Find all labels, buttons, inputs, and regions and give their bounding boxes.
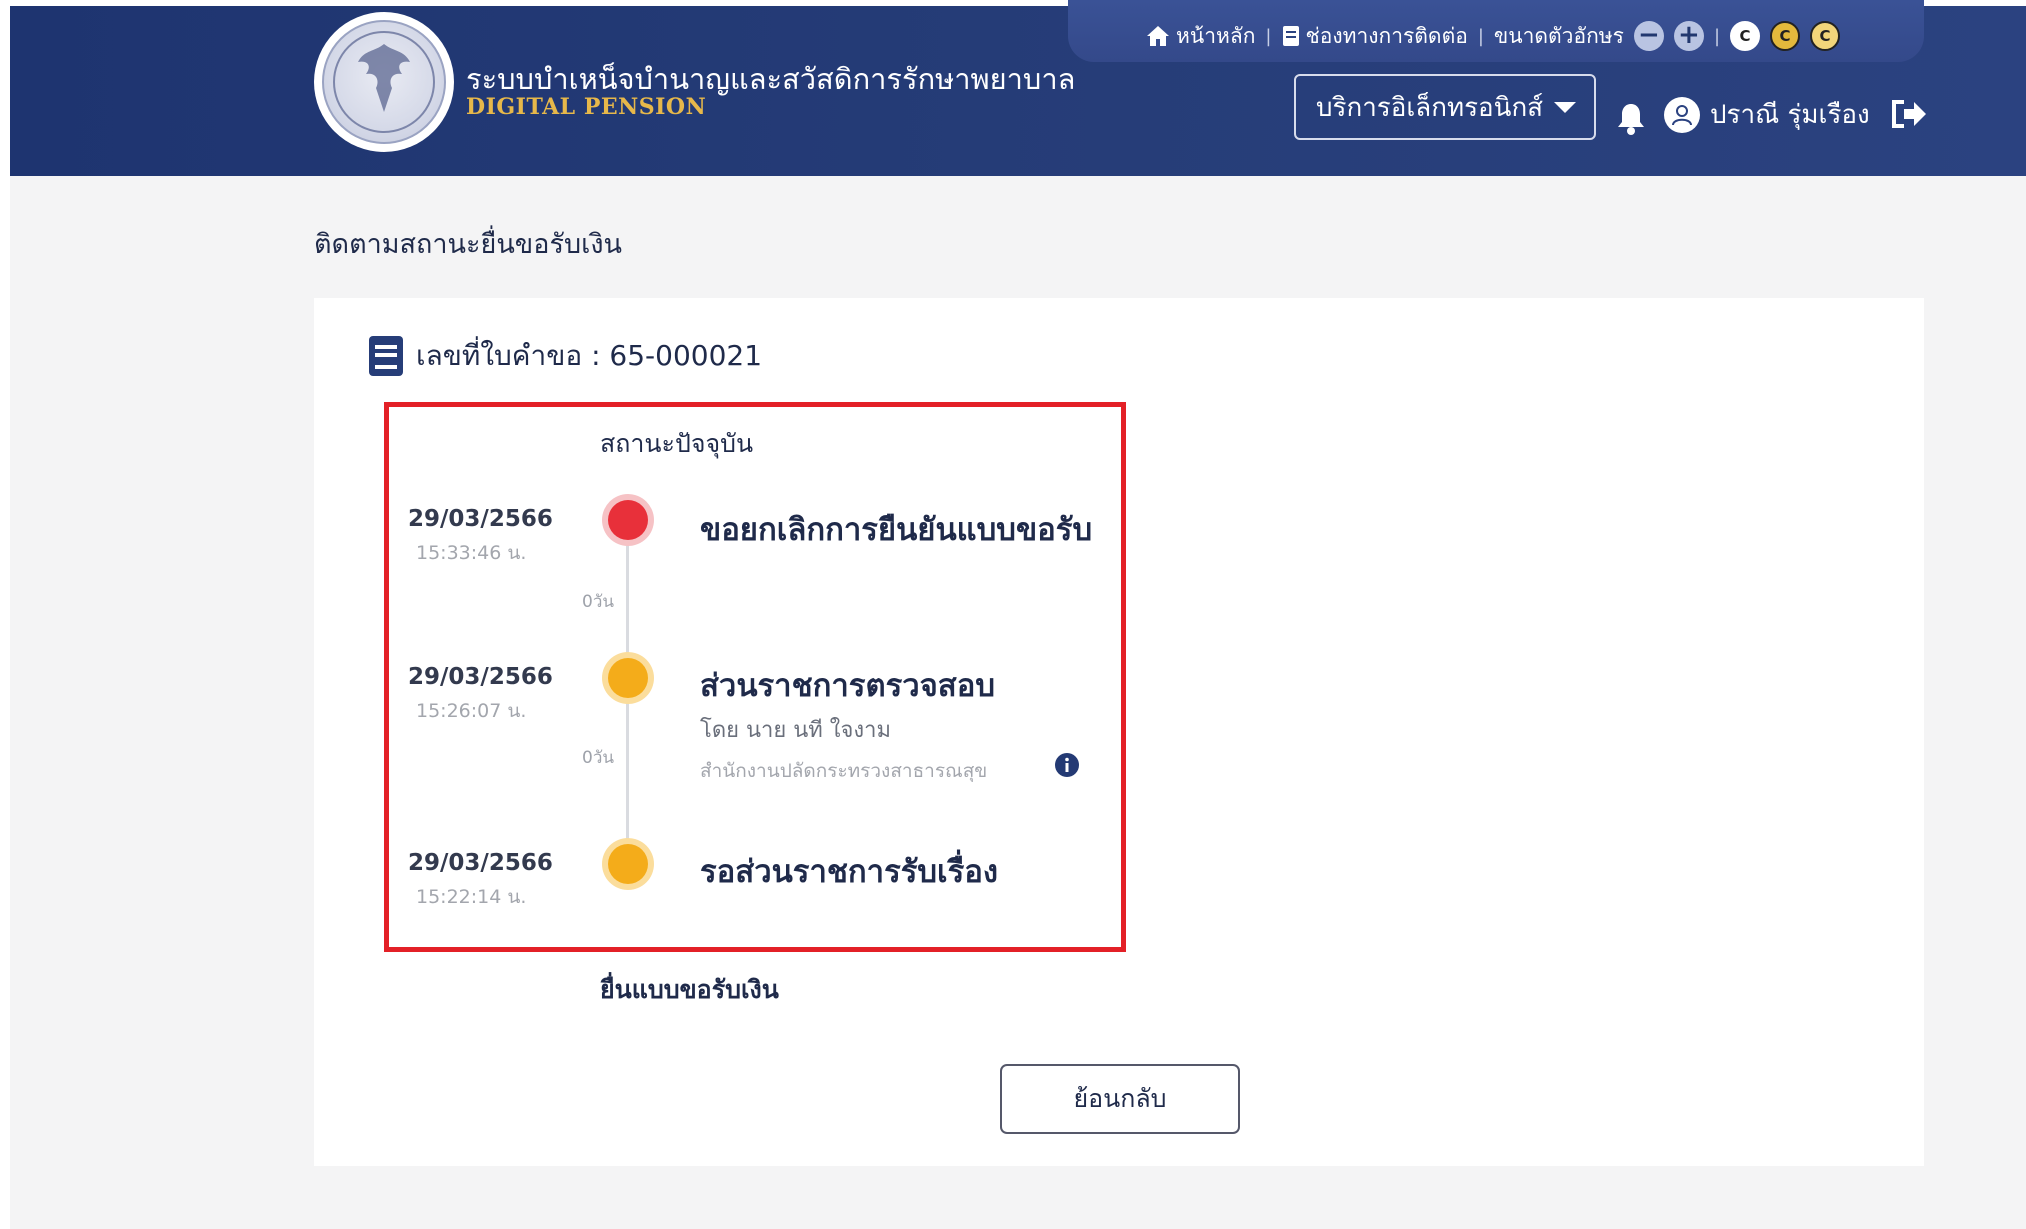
bell-icon xyxy=(1618,104,1644,135)
info-icon[interactable] xyxy=(1054,752,1080,782)
event-title: ส่วนราชการตรวจสอบ xyxy=(700,668,996,704)
home-link[interactable]: หน้าหลัก xyxy=(1146,20,1255,53)
logo[interactable] xyxy=(314,12,454,152)
event-title: ขอยกเลิกการยืนยันแบบขอรับ xyxy=(700,512,1093,548)
contact-link-label: ช่องทางการติดต่อ xyxy=(1305,23,1468,48)
home-icon xyxy=(1147,26,1169,46)
contrast-default-button[interactable]: C xyxy=(1730,21,1761,51)
divider: | xyxy=(1713,25,1721,47)
event-date: 29/03/2566 xyxy=(408,506,553,532)
initial-step-label: ยื่นแบบขอรับเงิน xyxy=(600,975,779,1004)
chevron-down-icon xyxy=(1554,101,1576,113)
contrast-light-button[interactable]: C xyxy=(1810,21,1841,51)
logout-button[interactable] xyxy=(1890,98,1928,134)
request-number-label: เลขที่ใบคำขอ : 65-000021 xyxy=(416,339,763,372)
font-decrease-button[interactable]: − xyxy=(1633,21,1664,51)
status-dot-orange xyxy=(608,658,648,698)
current-status-title: สถานะปัจจุบัน xyxy=(600,429,754,458)
divider: | xyxy=(1265,25,1272,47)
user-menu[interactable]: ปราณี รุ่มเรือง xyxy=(1664,94,1870,135)
duration-label: 0วัน xyxy=(582,592,614,612)
utility-links: หน้าหลัก | ช่องทางการติดต่อ | ขนาดตัวอัก… xyxy=(1146,20,1841,53)
user-name: ปราณี รุ่มเรือง xyxy=(1710,100,1870,130)
event-date: 29/03/2566 xyxy=(408,664,553,690)
service-dropdown[interactable]: บริการอิเล็กทรอนิกส์ xyxy=(1294,74,1596,140)
event-time: 15:22:14 น. xyxy=(416,886,527,908)
event-handler: โดย นาย นที ใจงาม xyxy=(700,718,892,743)
page-title: ติดตามสถานะยื่นขอรับเงิน xyxy=(314,229,622,260)
service-dropdown-label: บริการอิเล็กทรอนิกส์ xyxy=(1316,92,1544,123)
contact-link[interactable]: ช่องทางการติดต่อ xyxy=(1282,20,1468,53)
event-title: รอส่วนราชการรับเรื่อง xyxy=(700,854,999,890)
logout-icon xyxy=(1892,100,1926,128)
document-icon xyxy=(369,336,403,376)
request-number: เลขที่ใบคำขอ : 65-000021 xyxy=(368,334,762,378)
contrast-yellow-button[interactable]: C xyxy=(1770,21,1801,51)
user-avatar-icon xyxy=(1664,96,1700,133)
status-dot-orange xyxy=(608,844,648,884)
home-link-label: หน้าหลัก xyxy=(1176,23,1256,48)
document-icon xyxy=(1282,26,1299,46)
emblem-icon xyxy=(322,20,446,144)
site-subtitle: DIGITAL PENSION xyxy=(466,94,707,120)
event-time: 15:33:46 น. xyxy=(416,542,527,564)
status-dot-red xyxy=(608,500,648,540)
back-button[interactable]: ย้อนกลับ xyxy=(1000,1064,1240,1134)
notification-button[interactable] xyxy=(1616,102,1646,140)
duration-label: 0วัน xyxy=(582,748,614,768)
font-increase-button[interactable]: + xyxy=(1673,21,1704,51)
event-organization: สำนักงานปลัดกระทรวงสาธารณสุข xyxy=(700,760,988,782)
event-date: 29/03/2566 xyxy=(408,850,553,876)
event-time: 15:26:07 น. xyxy=(416,700,527,722)
font-size-label: ขนาดตัวอักษร xyxy=(1493,23,1624,48)
divider: | xyxy=(1477,25,1484,47)
